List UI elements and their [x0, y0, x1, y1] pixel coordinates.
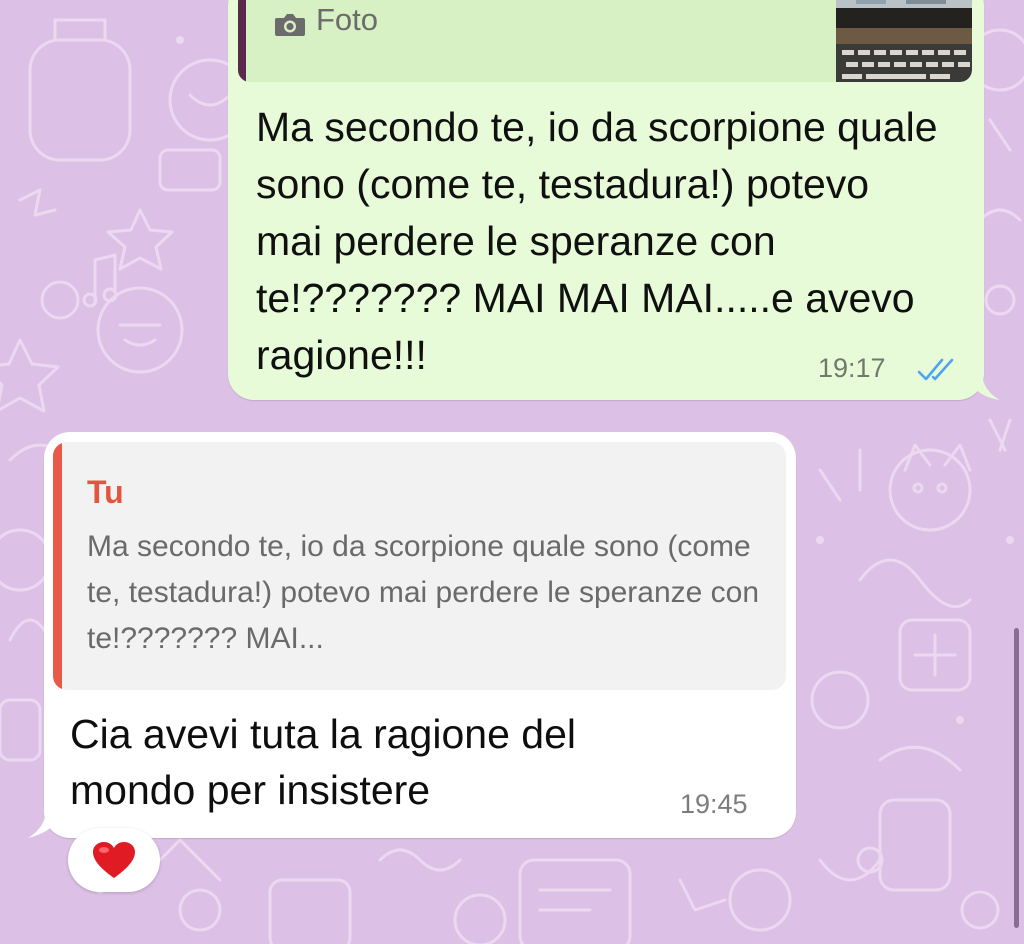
reaction-badge[interactable] — [68, 828, 160, 892]
heart-icon — [93, 842, 135, 878]
quote-author: Tu — [87, 474, 124, 510]
quoted-photo-preview[interactable]: Foto — [238, 0, 972, 82]
quoted-reply-preview[interactable]: Tu Ma secondo te, io da scorpione quale … — [53, 442, 786, 690]
photo-thumbnail[interactable] — [836, 0, 972, 82]
incoming-message-text: Cia avevi tuta la ragione del mondo per … — [70, 711, 576, 813]
incoming-message-time: 19:45 — [680, 789, 748, 819]
quote-accent-bar — [53, 442, 62, 690]
quote-accent-bar — [238, 0, 246, 82]
outgoing-bubble-tail — [966, 372, 1000, 400]
double-check-read-icon — [917, 358, 954, 381]
outgoing-message-time: 19:17 — [818, 353, 886, 383]
incoming-bubble-tail — [28, 804, 66, 838]
camera-icon — [275, 14, 305, 36]
chat-scrollbar[interactable] — [1014, 628, 1019, 928]
outgoing-message-text: Ma secondo te, io da scorpione quale son… — [256, 104, 938, 378]
quote-media-label: Foto — [316, 2, 379, 37]
quote-text: Ma secondo te, io da scorpione quale son… — [87, 530, 760, 655]
